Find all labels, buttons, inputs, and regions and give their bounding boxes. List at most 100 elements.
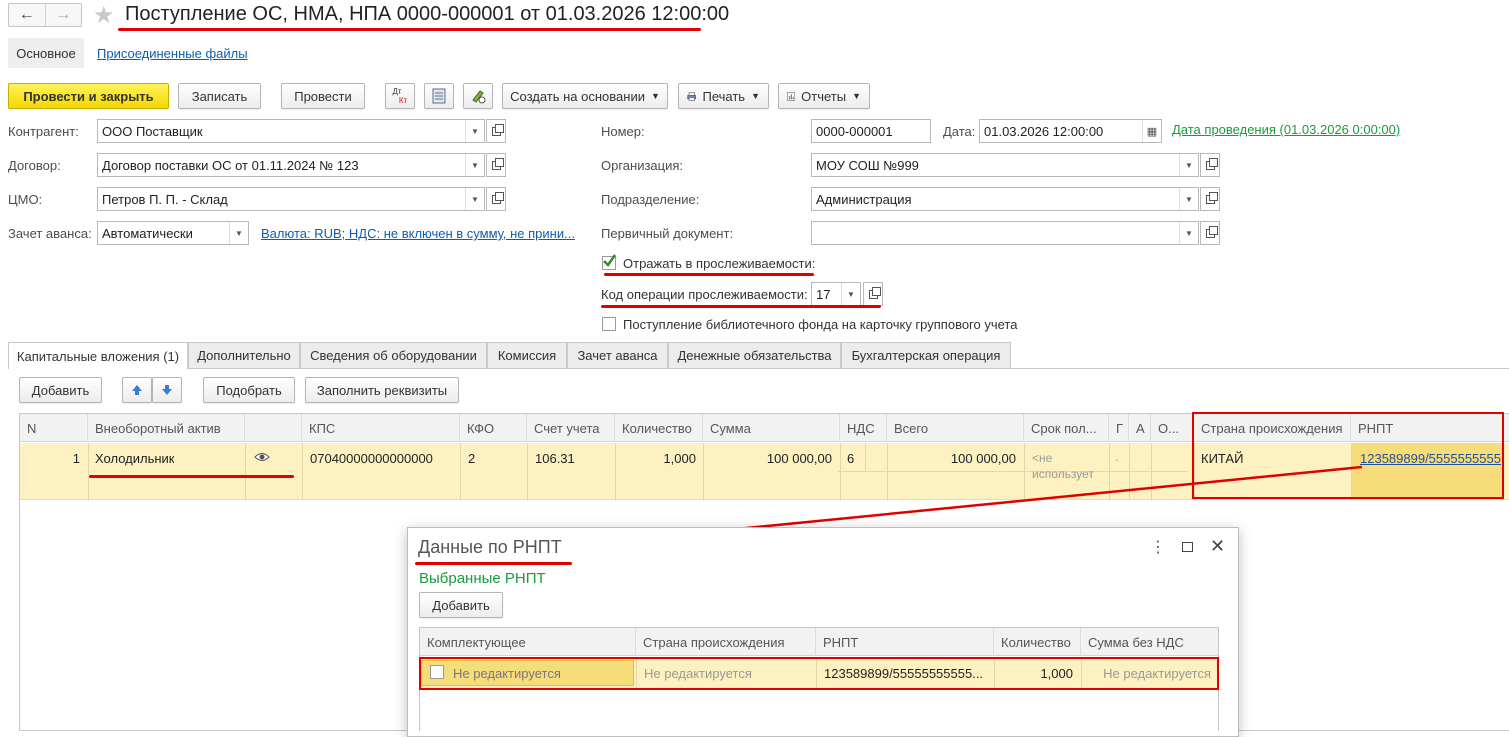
reports-button[interactable]: Отчеты ▼ xyxy=(778,83,870,109)
forward-arrow-icon[interactable]: → xyxy=(46,4,82,26)
primary-document-label: Первичный документ: xyxy=(601,226,734,241)
trace-operation-open-icon[interactable] xyxy=(863,282,883,306)
tab-accounting-operation[interactable]: Бухгалтерская операция xyxy=(841,342,1011,368)
dlg-col-sum[interactable]: Сумма без НДС xyxy=(1081,628,1218,656)
counterparty-open-icon[interactable] xyxy=(486,119,506,143)
tab-capital-investments[interactable]: Капитальные вложения (1) xyxy=(8,342,188,369)
post-button[interactable]: Провести xyxy=(281,83,365,109)
col-asset[interactable]: Внеоборотный актив xyxy=(88,414,245,442)
post-and-close-button[interactable]: Провести и закрыть xyxy=(8,83,169,109)
tab-commission[interactable]: Комиссия xyxy=(487,342,567,368)
col-o[interactable]: О... xyxy=(1151,414,1194,442)
move-down-button[interactable] xyxy=(152,377,182,403)
create-based-on-button[interactable]: Создать на основании ▼ xyxy=(502,83,668,109)
division-open-icon[interactable] xyxy=(1200,187,1220,211)
maximize-icon[interactable] xyxy=(1182,542,1193,552)
col-account[interactable]: Счет учета xyxy=(527,414,615,442)
dlg-col-rnpt[interactable]: РНПТ xyxy=(816,628,994,656)
tab-attached-files[interactable]: Присоединенные файлы xyxy=(97,46,248,61)
dlg-col-quantity[interactable]: Количество xyxy=(994,628,1081,656)
date-field[interactable]: 01.03.2026 12:00:00 ▦ xyxy=(979,119,1162,143)
organization-field[interactable]: МОУ СОШ №999 ▼ xyxy=(811,153,1199,177)
chevron-down-icon[interactable]: ▼ xyxy=(1179,222,1198,244)
col-sum[interactable]: Сумма xyxy=(703,414,840,442)
page-title: Поступление ОС, НМА, НПА 0000-000001 от … xyxy=(125,3,730,25)
col-asset-extra[interactable] xyxy=(245,414,302,442)
dtkt-button[interactable]: Дт Кт xyxy=(385,83,415,109)
close-icon[interactable]: ✕ xyxy=(1210,536,1225,557)
counterparty-value: ООО Поставщик xyxy=(102,123,203,139)
col-quantity[interactable]: Количество xyxy=(615,414,703,442)
organization-label: Организация: xyxy=(601,158,684,173)
division-field[interactable]: Администрация ▼ xyxy=(811,187,1199,211)
col-g[interactable]: Г xyxy=(1109,414,1129,442)
chevron-down-icon[interactable]: ▼ xyxy=(229,222,248,244)
posting-date-link[interactable]: Дата проведения (01.03.2026 0:00:00) xyxy=(1172,122,1400,137)
edit-pen-button[interactable] xyxy=(463,83,493,109)
advance-select[interactable]: Автоматически ▼ xyxy=(97,221,249,245)
chevron-down-icon[interactable]: ▼ xyxy=(465,188,484,210)
library-fund-checkbox[interactable] xyxy=(602,317,616,331)
date-value: 01.03.2026 12:00:00 xyxy=(984,123,1104,139)
col-kfo[interactable]: КФО xyxy=(460,414,527,442)
counterparty-field[interactable]: ООО Поставщик ▼ xyxy=(97,119,485,143)
col-term[interactable]: Срок пол... xyxy=(1024,414,1109,442)
col-total[interactable]: Всего xyxy=(887,414,1024,442)
tab-equipment-info[interactable]: Сведения об оборудовании xyxy=(300,342,487,368)
contract-open-icon[interactable] xyxy=(486,153,506,177)
tab-main[interactable]: Основное xyxy=(8,38,84,68)
cmo-value: Петров П. П. - Склад xyxy=(102,191,228,207)
col-kps[interactable]: КПС xyxy=(302,414,460,442)
print-button[interactable]: Печать ▼ xyxy=(678,83,769,109)
pick-button[interactable]: Подобрать xyxy=(203,377,295,403)
chevron-down-icon: ▼ xyxy=(751,91,760,101)
col-vat[interactable]: НДС xyxy=(840,414,887,442)
cmo-field[interactable]: Петров П. П. - Склад ▼ xyxy=(97,187,485,211)
chevron-down-icon[interactable]: ▼ xyxy=(1179,154,1198,176)
calendar-icon[interactable]: ▦ xyxy=(1142,120,1161,142)
organization-open-icon[interactable] xyxy=(1200,153,1220,177)
dlg-col-component[interactable]: Комплектующее xyxy=(420,628,636,656)
primary-document-field[interactable]: ▼ xyxy=(811,221,1199,245)
chevron-down-icon[interactable]: ▼ xyxy=(1179,188,1198,210)
dialog-add-button[interactable]: Добавить xyxy=(419,592,503,618)
back-arrow-icon[interactable]: ← xyxy=(9,4,46,26)
table-add-button[interactable]: Добавить xyxy=(19,377,102,403)
more-options-icon[interactable]: ⋮ xyxy=(1150,537,1166,557)
printer-icon xyxy=(687,91,697,101)
organization-value: МОУ СОШ №999 xyxy=(816,157,919,173)
move-up-button[interactable] xyxy=(122,377,152,403)
tab-additional[interactable]: Дополнительно xyxy=(188,342,300,368)
dtkt-icon-bottom: Кт xyxy=(398,96,408,105)
asset-view-icon[interactable] xyxy=(254,451,270,463)
cell-asset[interactable]: Холодильник xyxy=(95,451,174,466)
journal-button[interactable] xyxy=(424,83,454,109)
favorite-star-icon[interactable]: ★ xyxy=(93,1,115,30)
print-label: Печать xyxy=(702,88,746,104)
col-n[interactable]: N xyxy=(20,414,88,442)
contract-field[interactable]: Договор поставки ОС от 01.11.2024 № 123 … xyxy=(97,153,485,177)
trace-operation-underline xyxy=(601,305,881,308)
fill-details-button[interactable]: Заполнить реквизиты xyxy=(305,377,459,403)
tab-monetary-obligations[interactable]: Денежные обязательства xyxy=(668,342,841,368)
dlg-col-country[interactable]: Страна происхождения xyxy=(636,628,816,656)
save-button[interactable]: Записать xyxy=(178,83,261,109)
reports-label: Отчеты xyxy=(801,88,847,104)
number-field[interactable]: 0000-000001 xyxy=(811,119,931,143)
trace-operation-label: Код операции прослеживаемости: xyxy=(601,287,808,302)
chevron-down-icon[interactable]: ▼ xyxy=(465,154,484,176)
traceability-checkbox[interactable] xyxy=(602,254,616,270)
cmo-open-icon[interactable] xyxy=(486,187,506,211)
chevron-down-icon[interactable]: ▼ xyxy=(841,283,860,305)
cell-kps: 07040000000000000 xyxy=(310,451,433,466)
trace-operation-field[interactable]: 17 ▼ xyxy=(811,282,861,306)
chevron-down-icon[interactable]: ▼ xyxy=(465,120,484,142)
primary-document-open-icon[interactable] xyxy=(1200,221,1220,245)
currency-vat-link[interactable]: Валюта: RUB; НДС: не включен в сумму, не… xyxy=(261,226,575,241)
title-underline xyxy=(118,28,701,31)
dialog-subtitle: Выбранные РНПТ xyxy=(419,570,546,587)
tab-advance-offset[interactable]: Зачет аванса xyxy=(567,342,668,368)
col-a[interactable]: А xyxy=(1129,414,1151,442)
asset-underline xyxy=(89,475,294,478)
cell-kfo: 2 xyxy=(468,451,476,466)
